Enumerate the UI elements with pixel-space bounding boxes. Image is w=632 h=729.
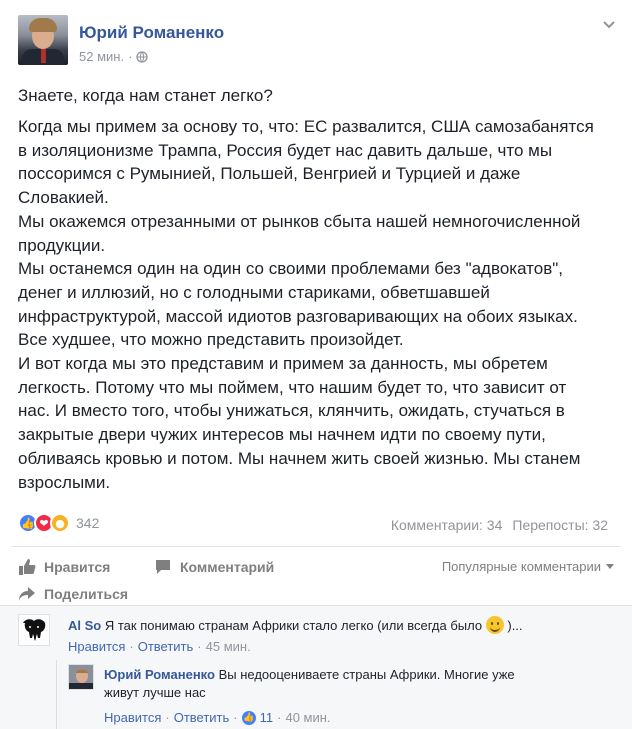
comment-icon — [156, 560, 170, 574]
share-button[interactable]: Поделиться — [18, 585, 128, 603]
reply-actions: Нравится · Ответить · 👍 11 · 40 мин. — [104, 710, 331, 725]
meta-separator: · — [128, 49, 133, 64]
reply-like-link[interactable]: Нравится — [104, 710, 161, 725]
separator: · — [233, 710, 238, 725]
thumbs-up-icon — [19, 559, 36, 575]
smile-emoji-icon — [485, 616, 504, 634]
shares-count-link[interactable]: Перепосты: 32 — [512, 517, 608, 533]
globe-icon — [136, 50, 149, 63]
reactions-summary[interactable]: 👍 ❤ ● 342 — [18, 513, 99, 533]
comment-actions: Нравится · Ответить · 45 мин. — [68, 639, 251, 654]
comment-text-tail: )... — [507, 618, 523, 633]
caret-down-icon — [606, 563, 614, 569]
reply-body: Юрий Романенко Вы недооцениваете страны … — [104, 666, 614, 702]
reply-author-name[interactable]: Юрий Романенко — [104, 667, 215, 682]
reactions-count: 342 — [76, 515, 100, 531]
post-line: Все худшее, что можно представить произо… — [18, 330, 404, 350]
comment-text: Я так понимаю странам Африки стало легко… — [104, 618, 483, 633]
reply-thread-line — [56, 660, 57, 729]
like-button-label: Нравится — [44, 559, 111, 575]
post-line: закрытые двери чужих интересов мы начнем… — [18, 425, 546, 445]
reply-text-line2: живут лучше нас — [104, 685, 206, 700]
post-line: легкость. Потому что мы поймем, что наши… — [18, 377, 567, 397]
post-meta: 52 мин. · — [79, 49, 149, 64]
sad-reaction-icon: ● — [50, 513, 70, 533]
separator: · — [165, 710, 170, 725]
post-body: Когда мы примем за основу то, что: ЕС ра… — [18, 115, 618, 494]
facebook-post: Юрий Романенко 52 мин. · Знаете, когда н… — [0, 0, 632, 729]
commenter-name[interactable]: Al So — [68, 618, 101, 633]
post-line: поссоримся с Румынией, Польшей, Венгрией… — [18, 164, 521, 184]
post-line: продукции. — [18, 235, 106, 255]
reply-author-avatar[interactable] — [68, 664, 94, 690]
share-button-label: Поделиться — [44, 586, 129, 602]
author-name[interactable]: Юрий Романенко — [79, 23, 224, 43]
comments-count-link[interactable]: Комментарии: 34 — [391, 517, 503, 533]
comment-body: Al So Я так понимаю странам Африки стало… — [68, 616, 523, 635]
elephant-avatar-icon — [19, 615, 49, 645]
chevron-down-icon[interactable] — [602, 20, 616, 30]
like-button[interactable]: Нравится — [18, 558, 110, 576]
post-lead: Знаете, когда нам станет легко? — [18, 86, 273, 105]
post-line: нас. И вместо того, чтобы унижаться, кля… — [18, 401, 565, 421]
separator: · — [277, 710, 282, 725]
separator: · — [129, 639, 134, 654]
divider — [12, 546, 620, 547]
post-line: взрослыми. — [18, 472, 111, 492]
reply-text: Вы недооцениваете страны Африки. Многие … — [218, 667, 515, 682]
author-avatar[interactable] — [18, 15, 68, 65]
like-count-icon: 👍 — [241, 710, 256, 725]
post-line: Мы окажемся отрезанными от рынков сбыта … — [18, 211, 581, 231]
reply-like-count[interactable]: 11 — [260, 710, 274, 725]
divider — [0, 605, 632, 606]
comment-like-link[interactable]: Нравится — [68, 639, 125, 654]
post-line: Мы останемся один на один со своими проб… — [18, 259, 564, 279]
post-line: инфраструктурой, массой идиотов разговар… — [18, 306, 578, 326]
reply-time[interactable]: 40 мин. — [285, 710, 330, 725]
separator: · — [197, 639, 202, 654]
commenter-avatar[interactable] — [18, 614, 50, 646]
comment-sort-dropdown[interactable]: Популярные комментарии — [442, 559, 614, 574]
post-line: Словакией. — [18, 188, 109, 208]
comment-sort-label: Популярные комментарии — [441, 559, 601, 574]
post-line: И вот когда мы это представим и примем з… — [18, 354, 548, 374]
post-line: денег и иллюзий, но с голодными старикам… — [18, 282, 490, 302]
share-icon — [19, 587, 35, 601]
person-avatar-icon — [69, 665, 93, 689]
comment-time[interactable]: 45 мин. — [206, 639, 251, 654]
post-line: Когда мы примем за основу то, что: ЕС ра… — [18, 117, 594, 136]
comment-button[interactable]: Комментарий — [154, 558, 274, 576]
post-stats: Комментарии: 34 Перепосты: 32 — [391, 517, 608, 533]
reply-reply-link[interactable]: Ответить — [174, 710, 230, 725]
comment-button-label: Комментарий — [180, 559, 275, 575]
reply-line: Юрий Романенко Вы недооцениваете страны … — [104, 666, 614, 684]
post-line: в изоляционизме Трампа, Россия будет нас… — [18, 140, 553, 160]
comment-reply-link[interactable]: Ответить — [138, 639, 194, 654]
post-line: обливаясь кровью и потом. Мы начнем жить… — [18, 448, 581, 468]
post-time[interactable]: 52 мин. — [79, 49, 124, 64]
